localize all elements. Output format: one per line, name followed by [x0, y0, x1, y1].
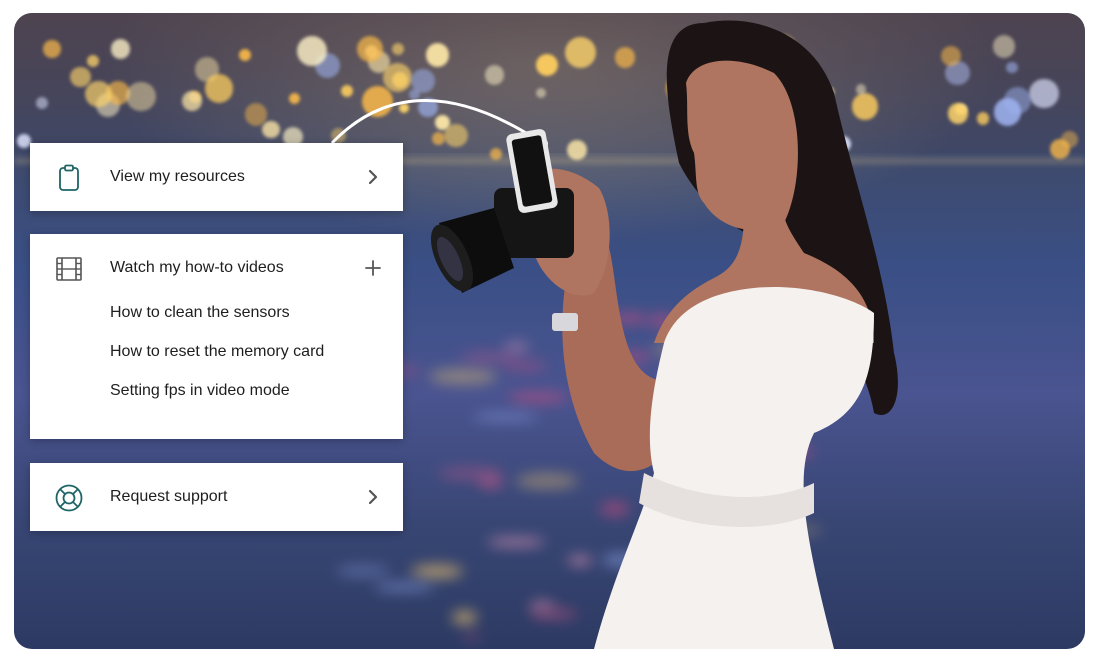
video-link-fps-video-mode[interactable]: Setting fps in video mode	[110, 382, 290, 400]
support-card-header[interactable]: Request support	[30, 463, 403, 531]
resources-card-header[interactable]: View my resources	[30, 143, 403, 211]
resources-card-title[interactable]: View my resources	[110, 143, 245, 211]
videos-card-header[interactable]: Watch my how-to videos	[30, 234, 403, 302]
video-link-clean-sensors[interactable]: How to clean the sensors	[110, 304, 290, 322]
wristwatch	[552, 313, 578, 331]
film-icon	[56, 257, 82, 281]
lifebuoy-icon	[55, 484, 83, 512]
support-card-title[interactable]: Request support	[110, 463, 227, 531]
chevron-right-icon[interactable]	[363, 167, 383, 187]
videos-card-title[interactable]: Watch my how-to videos	[110, 234, 284, 302]
clipboard-icon	[59, 164, 79, 191]
plus-icon[interactable]	[363, 258, 383, 278]
chevron-right-icon[interactable]	[363, 487, 383, 507]
support-card[interactable]: Request support	[30, 463, 403, 531]
resources-card[interactable]: View my resources	[30, 143, 403, 211]
face-shape	[686, 60, 798, 231]
videos-card: Watch my how-to videos How to clean the …	[30, 234, 403, 439]
video-link-reset-memory-card[interactable]: How to reset the memory card	[110, 343, 324, 361]
